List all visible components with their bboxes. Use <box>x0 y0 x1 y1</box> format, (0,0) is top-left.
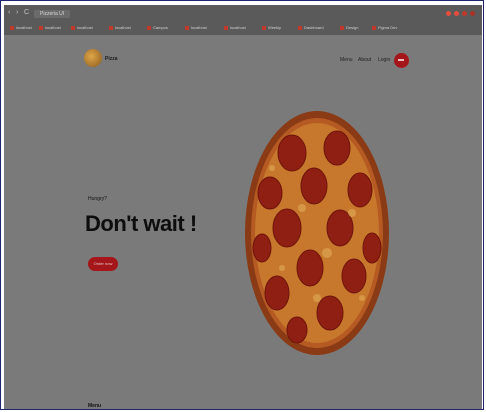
site-header: Pizza Menu About Login <box>4 35 482 87</box>
bookmarks-bar: localhost localhost localhost localhost … <box>4 21 482 35</box>
nav-link-login[interactable]: Login <box>378 57 390 63</box>
order-now-button[interactable]: Order now <box>88 257 118 271</box>
bookmark-label: Campus <box>153 25 168 30</box>
logo-icon[interactable] <box>84 49 102 67</box>
bookmark-item[interactable]: Campus <box>147 25 168 31</box>
window-button-2[interactable] <box>454 11 459 16</box>
bookmark-icon <box>10 25 14 30</box>
screenshot-frame: ‹ › C Pizzeria UI localhost localhost lo… <box>0 0 484 410</box>
bookmark-label: localhost <box>16 25 32 30</box>
bookmark-icon <box>224 25 228 30</box>
bookmark-item[interactable]: Dashboard <box>298 25 324 31</box>
nav-link-menu[interactable]: Menu <box>340 57 353 63</box>
bookmark-label: localhost <box>230 25 246 30</box>
nav-link-about[interactable]: About <box>358 57 371 63</box>
bookmark-item[interactable]: localhost <box>71 25 93 31</box>
bookmark-label: Dashboard <box>304 25 324 30</box>
bookmark-label: Design <box>346 25 359 30</box>
bookmark-label: localhost <box>45 25 61 30</box>
bookmark-item[interactable]: Design <box>340 25 358 31</box>
bookmark-icon <box>71 25 75 30</box>
hero-kicker: Hungry? <box>88 196 107 202</box>
cart-icon[interactable] <box>394 53 409 68</box>
browser-tab-bar: ‹ › C Pizzeria UI <box>4 5 482 21</box>
reload-icon[interactable]: C <box>24 9 29 17</box>
bookmark-item[interactable]: localhost <box>185 25 207 31</box>
forward-icon[interactable]: › <box>16 9 18 17</box>
bookmark-item[interactable]: localhost <box>39 25 61 31</box>
back-icon[interactable]: ‹ <box>8 9 10 17</box>
browser-chrome: ‹ › C Pizzeria UI localhost localhost lo… <box>4 5 482 35</box>
bookmark-item[interactable]: localhost <box>10 25 32 31</box>
bookmark-icon <box>372 25 376 30</box>
bookmark-icon <box>340 25 344 30</box>
bookmark-icon <box>185 25 189 30</box>
bookmark-icon <box>109 25 113 30</box>
window-button-1[interactable] <box>446 11 451 16</box>
bookmark-label: localhost <box>191 25 207 30</box>
logo-text[interactable]: Pizza <box>105 56 118 62</box>
window-button-3[interactable] <box>462 11 467 16</box>
bookmark-item[interactable]: Weekly <box>262 25 281 31</box>
bookmark-icon <box>147 25 151 30</box>
window-button-4[interactable] <box>470 11 475 16</box>
bookmark-label: localhost <box>115 25 131 30</box>
bookmark-item[interactable]: localhost <box>109 25 131 31</box>
menu-section-heading: Menu <box>88 403 102 409</box>
hero-title: Don't wait ! <box>85 211 197 236</box>
bookmark-label: Figma Dev <box>378 25 398 30</box>
bookmark-icon <box>262 25 266 30</box>
browser-tab[interactable]: Pizzeria UI <box>34 10 71 18</box>
web-page: Pizza Menu About Login Hungry? Don't wai… <box>4 35 482 409</box>
bookmark-item[interactable]: Figma Dev <box>372 25 397 31</box>
bookmark-icon <box>298 25 302 30</box>
pepperoni-pizza-image <box>245 111 389 355</box>
bookmark-item[interactable]: localhost <box>224 25 246 31</box>
bookmark-icon <box>39 25 43 30</box>
bookmark-label: Weekly <box>268 25 282 30</box>
bookmark-label: localhost <box>77 25 93 30</box>
